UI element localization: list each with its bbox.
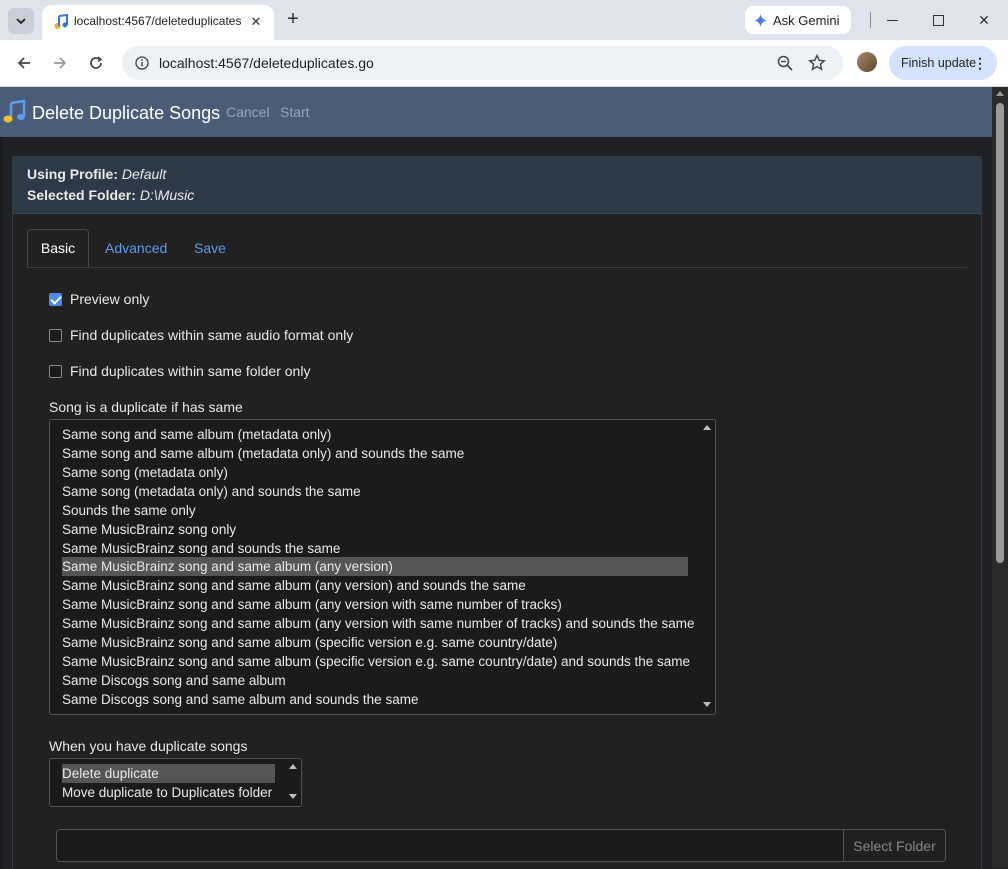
main-panel: Using Profile: Default Selected Folder: … xyxy=(12,156,982,869)
duplicate-rule-listbox[interactable]: Same song and same album (metadata only)… xyxy=(49,419,716,715)
forward-arrow-icon[interactable] xyxy=(48,51,72,75)
list-item-selected[interactable]: Same MusicBrainz song and same album (an… xyxy=(62,557,688,576)
finish-update-label: Finish update xyxy=(901,56,977,70)
list-item[interactable]: Sounds the same only xyxy=(62,501,196,520)
checkbox-unchecked[interactable] xyxy=(49,328,62,342)
address-bar[interactable]: localhost:4567/deleteduplicates.go xyxy=(122,46,843,80)
ask-gemini-button[interactable]: Ask Gemini xyxy=(745,6,851,34)
left-edge xyxy=(0,137,2,868)
scroll-up-icon[interactable] xyxy=(703,425,711,430)
tab-advanced[interactable]: Advanced xyxy=(105,240,167,256)
divider xyxy=(858,8,882,32)
duplicate-rule-label: Song is a duplicate if has same xyxy=(49,399,243,415)
tab-search-button[interactable] xyxy=(8,8,34,34)
same-folder-label: Find duplicates within same folder only xyxy=(70,363,311,379)
list-item[interactable]: Move duplicate to Duplicates folder xyxy=(62,783,272,802)
minimize-icon[interactable] xyxy=(880,8,904,32)
list-item[interactable]: Same MusicBrainz song and same album (sp… xyxy=(62,652,690,671)
checkbox-checked[interactable] xyxy=(49,292,62,306)
list-item[interactable]: Same MusicBrainz song and same album (sp… xyxy=(62,633,557,652)
url-text[interactable]: localhost:4567/deleteduplicates.go xyxy=(159,55,374,71)
scroll-down-icon[interactable] xyxy=(289,794,297,799)
app-logo-icon xyxy=(3,99,26,123)
more-vertical-icon: ⋮ xyxy=(973,55,987,71)
maximize-icon[interactable] xyxy=(926,8,950,32)
select-folder-button[interactable]: Select Folder xyxy=(843,829,946,862)
duplicate-action-listbox[interactable]: Delete duplicate Move duplicate to Dupli… xyxy=(49,758,302,807)
list-item[interactable]: Same MusicBrainz song and same album (an… xyxy=(62,576,526,595)
zoom-icon[interactable] xyxy=(776,54,794,72)
list-item[interactable]: Same MusicBrainz song only xyxy=(62,520,236,539)
new-tab-icon[interactable]: + xyxy=(282,8,304,30)
profile-avatar[interactable] xyxy=(857,52,877,72)
site-info-icon[interactable] xyxy=(135,56,149,70)
ask-gemini-label: Ask Gemini xyxy=(773,12,840,28)
list-item-selected[interactable]: Delete duplicate xyxy=(62,764,275,783)
back-arrow-icon[interactable] xyxy=(12,51,36,75)
tab-save[interactable]: Save xyxy=(194,240,226,256)
list-item[interactable]: Same MusicBrainz song and same album (an… xyxy=(62,614,695,633)
scroll-up-icon[interactable] xyxy=(289,764,297,769)
tab-basic[interactable]: Basic xyxy=(27,229,89,267)
profile-line: Using Profile: Default xyxy=(27,166,166,182)
bookmark-star-icon[interactable] xyxy=(808,54,826,72)
browser-toolbar: localhost:4567/deleteduplicates.go Finis… xyxy=(0,40,1008,87)
folder-label: Selected Folder: xyxy=(27,187,136,203)
reload-icon[interactable] xyxy=(84,51,108,75)
settings-tabs: Basic Advanced Save xyxy=(27,229,967,268)
scroll-up-icon[interactable] xyxy=(996,91,1004,96)
close-tab-icon[interactable]: ✕ xyxy=(246,12,266,32)
checkbox-unchecked[interactable] xyxy=(49,364,62,378)
list-item[interactable]: Same song and same album (metadata only)… xyxy=(62,444,464,463)
list-item[interactable]: Same song (metadata only) and sounds the… xyxy=(62,482,361,501)
list-item[interactable]: Same song (metadata only) xyxy=(62,463,228,482)
preview-only-checkbox[interactable]: Preview only xyxy=(49,291,149,307)
music-note-favicon-icon xyxy=(54,14,68,29)
list-item[interactable]: Same Discogs song and same album xyxy=(62,671,286,690)
folder-value: D:\Music xyxy=(139,187,195,203)
list-item[interactable]: Same MusicBrainz song and same album (an… xyxy=(62,595,562,614)
tab-title: localhost:4567/deleteduplicates xyxy=(74,14,242,28)
browser-tabstrip: localhost:4567/deleteduplicates ✕ + Ask … xyxy=(0,0,1008,40)
app-header: Delete Duplicate Songs Cancel Start xyxy=(0,87,992,137)
list-item[interactable]: Same Discogs song and same album and sou… xyxy=(62,690,418,709)
preview-only-label: Preview only xyxy=(70,291,150,307)
browser-tab[interactable]: localhost:4567/deleteduplicates ✕ xyxy=(42,5,274,40)
duplicates-folder-input[interactable] xyxy=(56,829,845,862)
cancel-button[interactable]: Cancel xyxy=(226,104,270,120)
scrollbar-thumb[interactable] xyxy=(996,103,1004,563)
close-window-icon[interactable]: ✕ xyxy=(972,8,996,32)
same-format-label: Find duplicates within same audio format… xyxy=(70,327,354,343)
scroll-down-icon[interactable] xyxy=(703,702,711,707)
finish-update-button[interactable]: Finish update ⋮ xyxy=(889,46,997,80)
profile-label: Using Profile: xyxy=(27,166,119,182)
profile-info-box: Using Profile: Default Selected Folder: … xyxy=(13,157,981,214)
action-label: When you have duplicate songs xyxy=(49,738,248,754)
start-button[interactable]: Start xyxy=(280,104,310,120)
same-folder-checkbox[interactable]: Find duplicates within same folder only xyxy=(49,363,310,379)
page-scrollbar[interactable] xyxy=(992,87,1008,868)
profile-value: Default xyxy=(121,166,167,182)
list-item[interactable]: Same MusicBrainz song and sounds the sam… xyxy=(62,539,340,558)
app-title: Delete Duplicate Songs xyxy=(32,103,221,123)
folder-line: Selected Folder: D:\Music xyxy=(27,187,194,203)
same-format-checkbox[interactable]: Find duplicates within same audio format… xyxy=(49,327,353,343)
list-item[interactable]: Same song and same album (metadata only) xyxy=(62,425,331,444)
chevron-down-icon xyxy=(16,17,26,24)
gemini-sparkle-icon xyxy=(754,13,767,27)
